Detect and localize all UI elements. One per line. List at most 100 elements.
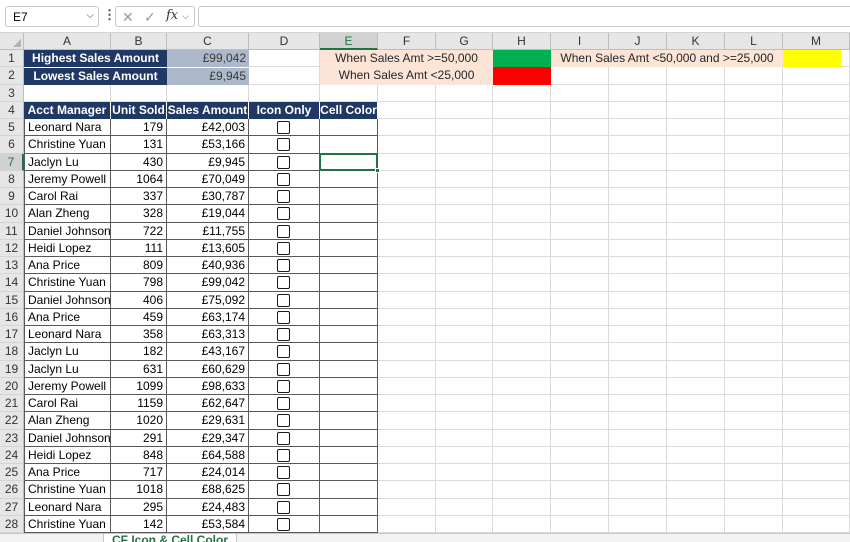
column-header-a[interactable]: A	[24, 33, 111, 50]
acct-manager-cell[interactable]: Jaclyn Lu	[24, 153, 111, 171]
checkbox-icon[interactable]	[277, 276, 290, 290]
sales-amount-cell[interactable]: £53,166	[167, 136, 249, 154]
checkbox-icon[interactable]	[277, 293, 290, 307]
row-header-28[interactable]: 28	[0, 515, 24, 533]
cell-color-cell[interactable]	[320, 308, 378, 326]
row-header-10[interactable]: 10	[0, 205, 24, 223]
sales-amount-cell[interactable]: £24,014	[167, 464, 249, 482]
checkbox-icon[interactable]	[277, 379, 290, 393]
checkbox-icon[interactable]	[277, 362, 290, 376]
unit-sold-cell[interactable]: 459	[111, 308, 167, 326]
checkbox-icon[interactable]	[277, 448, 290, 462]
sales-amount-cell[interactable]: £29,631	[167, 412, 249, 430]
checkbox-icon[interactable]	[277, 397, 290, 410]
row-header-5[interactable]: 5	[0, 119, 24, 137]
column-header-e[interactable]: E	[320, 33, 378, 50]
unit-sold-cell[interactable]: 291	[111, 429, 167, 447]
acct-manager-cell[interactable]: Carol Rai	[24, 188, 111, 206]
row-header-19[interactable]: 19	[0, 360, 24, 378]
sales-amount-cell[interactable]: £62,647	[167, 395, 249, 413]
acct-manager-cell[interactable]: Carol Rai	[24, 395, 111, 413]
column-header-h[interactable]: H	[493, 33, 551, 50]
checkbox-icon[interactable]	[277, 241, 290, 255]
cell-color-cell[interactable]	[320, 205, 378, 223]
sales-amount-cell[interactable]: £29,347	[167, 429, 249, 447]
unit-sold-cell[interactable]: 809	[111, 257, 167, 275]
column-header-d[interactable]: D	[249, 33, 320, 50]
cell-color-cell[interactable]	[320, 326, 378, 344]
sales-amount-cell[interactable]: £64,588	[167, 446, 249, 464]
cell-color-cell[interactable]	[320, 170, 378, 188]
row-header-15[interactable]: 15	[0, 291, 24, 309]
checkbox-icon[interactable]	[277, 155, 290, 169]
acct-manager-cell[interactable]: Ana Price	[24, 308, 111, 326]
checkbox-icon[interactable]	[277, 414, 290, 428]
checkbox-icon[interactable]	[277, 121, 290, 134]
table-header-acct-manager[interactable]: Acct Manager	[24, 101, 111, 119]
table-header-sales-amount[interactable]: Sales Amount	[167, 101, 249, 119]
acct-manager-cell[interactable]: Leonard Nara	[24, 326, 111, 344]
cell-color-cell[interactable]	[320, 257, 378, 275]
unit-sold-cell[interactable]: 111	[111, 239, 167, 257]
unit-sold-cell[interactable]: 1018	[111, 481, 167, 499]
unit-sold-cell[interactable]: 1099	[111, 377, 167, 395]
row-header-18[interactable]: 18	[0, 343, 24, 361]
unit-sold-cell[interactable]: 131	[111, 136, 167, 154]
cell-color-cell[interactable]	[320, 395, 378, 413]
checkbox-icon[interactable]	[277, 310, 290, 324]
unit-sold-cell[interactable]: 358	[111, 326, 167, 344]
row-header-14[interactable]: 14	[0, 274, 24, 292]
sales-amount-cell[interactable]: £24,483	[167, 498, 249, 516]
checkbox-icon[interactable]	[277, 138, 290, 152]
column-header-b[interactable]: B	[111, 33, 167, 50]
sales-amount-cell[interactable]: £99,042	[167, 274, 249, 292]
table-header-unit-sold[interactable]: Unit Sold	[111, 101, 167, 119]
acct-manager-cell[interactable]: Christine Yuan	[24, 481, 111, 499]
row-header-7[interactable]: 7	[0, 153, 24, 171]
cell-color-cell[interactable]	[320, 464, 378, 482]
row-header-1[interactable]: 1	[0, 50, 24, 68]
acct-manager-cell[interactable]: Daniel Johnson	[24, 429, 111, 447]
cell-color-cell[interactable]	[320, 119, 378, 137]
checkbox-icon[interactable]	[277, 207, 290, 221]
unit-sold-cell[interactable]: 430	[111, 153, 167, 171]
active-cell-selection[interactable]	[319, 152, 378, 171]
unit-sold-cell[interactable]: 337	[111, 188, 167, 206]
sheet-tab-active[interactable]: CF Icon & Cell Color	[103, 534, 238, 542]
sales-amount-cell[interactable]: £42,003	[167, 119, 249, 137]
checkbox-icon[interactable]	[277, 172, 290, 186]
checkbox-icon[interactable]	[277, 328, 290, 341]
cell-color-cell[interactable]	[320, 498, 378, 516]
unit-sold-cell[interactable]: 295	[111, 498, 167, 516]
row-header-6[interactable]: 6	[0, 136, 24, 154]
row-header-8[interactable]: 8	[0, 170, 24, 188]
acct-manager-cell[interactable]: Christine Yuan	[24, 136, 111, 154]
acct-manager-cell[interactable]: Heidi Lopez	[24, 446, 111, 464]
sales-amount-cell[interactable]: £88,625	[167, 481, 249, 499]
formula-input[interactable]	[198, 6, 850, 27]
acct-manager-cell[interactable]: Daniel Johnson	[24, 291, 111, 309]
row-header-20[interactable]: 20	[0, 377, 24, 395]
column-header-j[interactable]: J	[609, 33, 667, 50]
column-header-m[interactable]: M	[783, 33, 850, 50]
row-header-25[interactable]: 25	[0, 464, 24, 482]
row-header-21[interactable]: 21	[0, 395, 24, 413]
acct-manager-cell[interactable]: Alan Zheng	[24, 205, 111, 223]
checkbox-icon[interactable]	[277, 224, 290, 238]
row-header-26[interactable]: 26	[0, 481, 24, 499]
acct-manager-cell[interactable]: Christine Yuan	[24, 274, 111, 292]
cell-color-cell[interactable]	[320, 446, 378, 464]
select-all-corner[interactable]	[0, 33, 24, 50]
row-header-2[interactable]: 2	[0, 67, 24, 85]
table-header-icon-only[interactable]: Icon Only	[249, 101, 320, 119]
row-header-22[interactable]: 22	[0, 412, 24, 430]
acct-manager-cell[interactable]: Daniel Johnson	[24, 222, 111, 240]
sales-amount-cell[interactable]: £60,629	[167, 360, 249, 378]
worksheet-grid[interactable]: A B C D E F G H I J K L M 1 2 3 4 5 6 7 8 9 10 11 12 13 14 15 16 17 18…	[0, 33, 850, 533]
row-header-12[interactable]: 12	[0, 239, 24, 257]
sales-amount-cell[interactable]: £43,167	[167, 343, 249, 361]
unit-sold-cell[interactable]: 142	[111, 515, 167, 533]
column-header-k[interactable]: K	[667, 33, 725, 50]
name-box-dropdown-icon[interactable]: ⌵	[86, 10, 94, 21]
unit-sold-cell[interactable]: 406	[111, 291, 167, 309]
